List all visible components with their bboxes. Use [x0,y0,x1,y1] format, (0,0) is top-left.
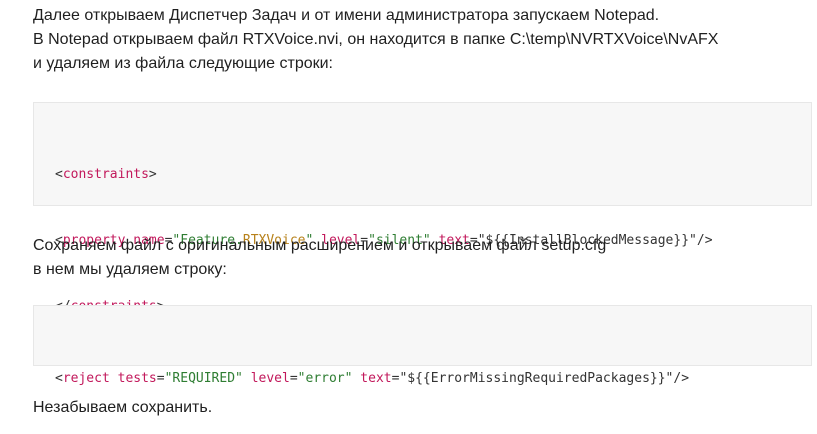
code-attr-value: "${{ErrorMissingRequiredPackages}}" [399,371,674,386]
code-attr-name: tests [117,371,157,386]
code-block-nvi: <constraints> <property name="Feature.RT… [33,102,812,314]
intro-line-1: Далее открываем Диспетчер Задач и от име… [33,7,660,24]
code-token: = [156,371,165,386]
code-tag: constraints [62,167,149,182]
code-attr-name: level [250,371,290,386]
code-block-setup: <reject tests="REQUIRED" level="error" t… [33,305,812,386]
outro-line: Незабываем сохранить. [33,399,213,416]
code-line: <constraints> [55,164,713,186]
middle-line-2: в нем мы удаляем строку: [33,261,227,278]
intro-line-3: и удаляем из файла следующие строки: [33,55,333,72]
code-attr-value: "error" [297,371,353,386]
code-attr-value: "REQUIRED" [164,371,243,386]
code-line: <reject tests="REQUIRED" level="error" t… [55,368,689,390]
intro-paragraph: Далее открываем Диспетчер Задач и от име… [33,4,718,76]
outro-paragraph: Незабываем сохранить. [33,396,212,420]
code-token: > [148,167,157,182]
code-token: /> [696,233,713,248]
code-tag: reject [62,371,110,386]
code-attr-name: text [360,371,392,386]
code-token: < [55,167,63,182]
code-token: < [55,371,63,386]
code-token: = [289,371,298,386]
middle-line-1: Сохраняем файл с оригинальным расширение… [33,237,607,254]
intro-line-2: В Notepad открываем файл RTXVoice.nvi, о… [33,31,719,48]
code-token: /> [673,371,690,386]
middle-paragraph: Сохраняем файл с оригинальным расширение… [33,234,606,282]
